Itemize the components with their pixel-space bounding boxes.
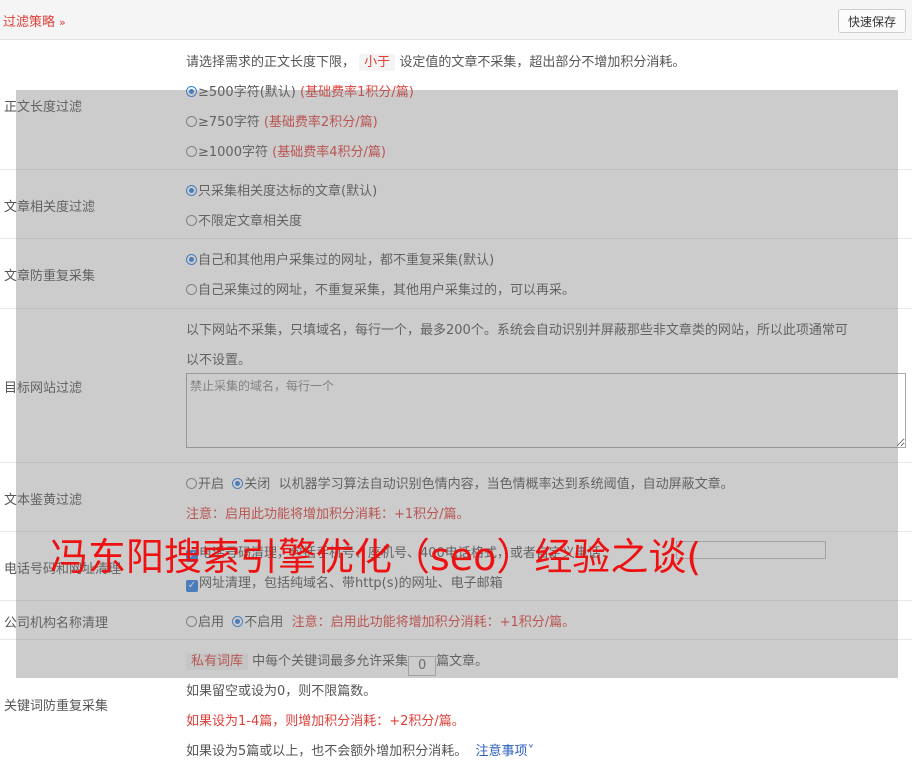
radio-org-on[interactable] xyxy=(186,616,197,627)
site-filter-row: 目标网站过滤 以下网站不采集，只填域名，每行一个，最多200个。系统会自动识别并… xyxy=(0,309,912,463)
private-lexicon-tag[interactable]: 私有词库 xyxy=(186,653,249,670)
keyword-dedupe-line2: 如果留空或设为0，则不限篇数。 xyxy=(186,684,377,699)
radio-500[interactable] xyxy=(186,86,197,97)
porn-filter-row: 文本鉴黄过滤 开启 关闭 以机器学习算法自动识别色情内容，当色情概率达到系统阈值… xyxy=(0,463,912,532)
keyword-dedupe-line4: 如果设为5篇或以上，也不会额外增加积分消耗。 注意事项˅ xyxy=(186,744,535,759)
dedupe-row: 文章防重复采集 自己和其他用户采集过的网址，都不重复采集(默认) 自己采集过的网… xyxy=(0,239,912,309)
dedupe-option-self[interactable]: 自己采集过的网址，不重复采集，其他用户采集过的，可以再采。 xyxy=(186,279,575,298)
porn-filter-label: 文本鉴黄过滤 xyxy=(4,493,83,508)
keyword-dedupe-row: 关键词防重复采集 私有词库 中每个关键词最多允许采集 0 篇文章。 如果留空或设为0… xyxy=(0,640,912,768)
radio-dedupe-all[interactable] xyxy=(186,254,197,265)
length-option-750[interactable]: ≥750字符 (基础费率2积分/篇) xyxy=(186,111,378,130)
site-filter-desc-line2: 以不设置。 xyxy=(186,353,252,368)
relevance-option-default[interactable]: 只采集相关度达标的文章(默认) xyxy=(186,180,377,199)
org-clean-label: 公司机构名称清理 xyxy=(4,616,109,631)
section-title-text: 过滤策略 xyxy=(3,15,56,30)
radio-1000[interactable] xyxy=(186,146,197,157)
dedupe-option-all[interactable]: 自己和其他用户采集过的网址，都不重复采集(默认) xyxy=(186,249,494,268)
max-articles-input[interactable]: 0 xyxy=(408,656,437,676)
quick-save-button[interactable]: 快速保存 xyxy=(837,9,906,33)
length-filter-label: 正文长度过滤 xyxy=(4,100,83,115)
dedupe-label: 文章防重复采集 xyxy=(4,269,96,284)
keyword-dedupe-line3: 如果设为1-4篇，则增加积分消耗：+2积分/篇。 xyxy=(186,714,465,729)
section-title[interactable]: 过滤策略» xyxy=(3,11,66,30)
relevance-option-any[interactable]: 不限定文章相关度 xyxy=(186,210,302,229)
keyword-dedupe-line1: 私有词库 中每个关键词最多允许采集 0 篇文章。 xyxy=(186,650,488,676)
blocked-domains-textarea[interactable] xyxy=(186,373,906,448)
radio-750[interactable] xyxy=(186,116,197,127)
url-clean-checkbox[interactable]: ✓ xyxy=(186,580,198,592)
org-clean-options: 启用 不启用 注意：启用此功能将增加积分消耗：+1积分/篇。 xyxy=(186,611,575,630)
radio-relevance-any[interactable] xyxy=(186,215,197,226)
porn-filter-note: 注意：启用此功能将增加积分消耗：+1积分/篇。 xyxy=(186,507,470,522)
org-clean-note: 注意：启用此功能将增加积分消耗：+1积分/篇。 xyxy=(291,615,576,630)
chevron-down-icon: » xyxy=(59,16,66,29)
radio-porn-on[interactable] xyxy=(186,478,197,489)
notes-link[interactable]: 注意事项˅ xyxy=(476,744,535,759)
porn-filter-options: 开启 关闭 以机器学习算法自动识别色情内容，当色情概率达到系统阈值，自动屏蔽文章… xyxy=(186,473,734,492)
radio-dedupe-self[interactable] xyxy=(186,284,197,295)
site-filter-label: 目标网站过滤 xyxy=(4,381,83,396)
relevance-filter-label: 文章相关度过滤 xyxy=(4,200,96,215)
length-option-500[interactable]: ≥500字符(默认) (基础费率1积分/篇) xyxy=(186,81,414,100)
length-filter-row: 正文长度过滤 请选择需求的正文长度下限， 小于 设定值的文章不采集，超出部分不增… xyxy=(0,40,912,170)
org-clean-row: 公司机构名称清理 启用 不启用 注意：启用此功能将增加积分消耗：+1积分/篇。 xyxy=(0,601,912,640)
radio-relevance-default[interactable] xyxy=(186,185,197,196)
radio-org-off[interactable] xyxy=(232,616,244,627)
keyword-dedupe-label: 关键词防重复采集 xyxy=(4,699,109,714)
less-than-tag: 小于 xyxy=(359,54,396,71)
length-option-1000[interactable]: ≥1000字符 (基础费率4积分/篇) xyxy=(186,141,386,160)
radio-porn-off[interactable] xyxy=(232,478,244,489)
filter-strategy-header: 过滤策略» 快速保存 xyxy=(0,0,912,40)
relevance-filter-row: 文章相关度过滤 只采集相关度达标的文章(默认) 不限定文章相关度 xyxy=(0,170,912,239)
site-filter-desc-line1: 以下网站不采集，只填域名，每行一个，最多200个。系统会自动识别并屏蔽那些非文章… xyxy=(186,323,848,338)
length-filter-desc: 请选择需求的正文长度下限， 小于 设定值的文章不采集，超出部分不增加积分消耗。 xyxy=(186,54,686,71)
porn-filter-desc: 以机器学习算法自动识别色情内容，当色情概率达到系统阈值，自动屏蔽文章。 xyxy=(278,477,734,492)
watermark-text: 冯东阳搜索引擎优化（seo）经验之谈( xyxy=(50,535,702,579)
chevron-down-icon: ˅ xyxy=(527,744,535,759)
